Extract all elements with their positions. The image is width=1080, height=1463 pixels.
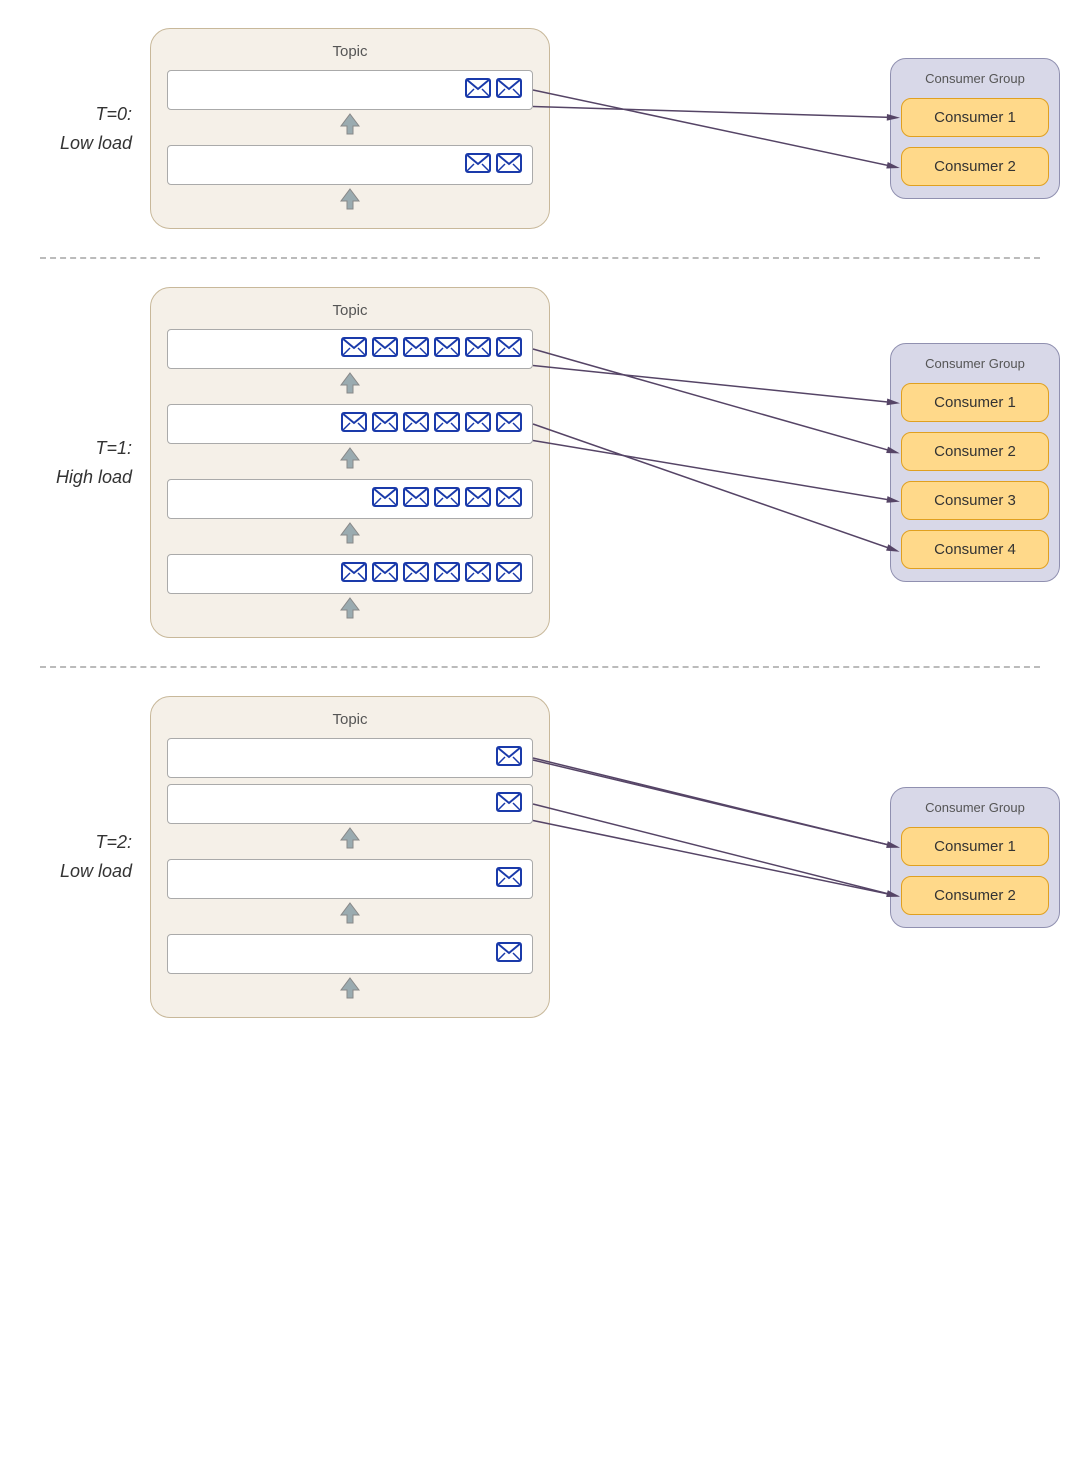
topic-label: Topic — [167, 43, 533, 60]
consumer-group-label: Consumer Group — [901, 71, 1049, 86]
arrow-up-icon — [339, 187, 361, 216]
section-label: T=0: Low load — [20, 100, 150, 158]
arrow-up-icon — [339, 112, 361, 141]
partition-row-0 — [167, 738, 533, 782]
topic-box: Topic — [150, 287, 550, 638]
consumer-group-label: Consumer Group — [901, 800, 1049, 815]
email-icon — [434, 487, 460, 512]
email-icon — [372, 487, 398, 512]
topic-label: Topic — [167, 302, 533, 319]
topic-box: Topic — [150, 28, 550, 229]
partition-3 — [167, 554, 533, 594]
topic-box: Topic — [150, 696, 550, 1018]
partition-row-1 — [167, 784, 533, 857]
email-icon — [496, 562, 522, 587]
email-icon — [496, 867, 522, 892]
consumer-box-1: Consumer 2 — [901, 147, 1049, 186]
email-icon — [465, 562, 491, 587]
consumer-box-0: Consumer 1 — [901, 383, 1049, 422]
arrow-up-icon — [339, 521, 361, 550]
arrow-up-icon — [339, 446, 361, 475]
email-icon — [434, 337, 460, 362]
partition-0 — [167, 329, 533, 369]
arrow-up-icon — [339, 596, 361, 625]
consumer-box-3: Consumer 4 — [901, 530, 1049, 569]
email-icon — [403, 412, 429, 437]
partition-row-0 — [167, 70, 533, 143]
email-icon — [496, 746, 522, 771]
partition-row-3 — [167, 934, 533, 1007]
email-icon — [434, 562, 460, 587]
label-line2: Low load — [60, 133, 132, 153]
consumer-group-label: Consumer Group — [901, 356, 1049, 371]
email-icon — [341, 412, 367, 437]
consumer-box-1: Consumer 2 — [901, 876, 1049, 915]
partition-1 — [167, 404, 533, 444]
partition-row-1 — [167, 404, 533, 477]
arrow-up-icon — [339, 901, 361, 930]
email-icon — [496, 153, 522, 178]
partition-1 — [167, 784, 533, 824]
consumer-group-box: Consumer Group Consumer 1 Consumer 2 — [890, 787, 1060, 928]
consumer-box-1: Consumer 2 — [901, 432, 1049, 471]
email-icon — [465, 153, 491, 178]
arrow-up-icon — [339, 826, 361, 855]
section-s3: T=2:Low loadTopic Consumer GroupConsumer… — [0, 668, 1080, 1046]
email-icon — [372, 337, 398, 362]
partition-3 — [167, 934, 533, 974]
partition-row-1 — [167, 145, 533, 218]
arrow-up-icon — [339, 976, 361, 1005]
label-line1: T=0: — [95, 104, 132, 124]
email-icon — [496, 412, 522, 437]
section-label: T=2: Low load — [20, 828, 150, 886]
email-icon — [465, 412, 491, 437]
partition-row-3 — [167, 554, 533, 627]
email-icon — [372, 412, 398, 437]
label-line1: T=1: — [95, 438, 132, 458]
section-label: T=1: High load — [20, 434, 150, 492]
email-icon — [372, 562, 398, 587]
email-icon — [496, 487, 522, 512]
email-icon — [465, 78, 491, 103]
partition-row-2 — [167, 859, 533, 932]
connector-gap — [550, 28, 890, 229]
consumer-box-0: Consumer 1 — [901, 827, 1049, 866]
email-icon — [465, 487, 491, 512]
consumer-box-0: Consumer 1 — [901, 98, 1049, 137]
email-icon — [434, 412, 460, 437]
section-s2: T=1: High load Topic — [0, 259, 1080, 666]
email-icon — [496, 792, 522, 817]
section-s1: T=0:Low loadTopic Consumer GroupConsumer… — [0, 0, 1080, 257]
partition-2 — [167, 479, 533, 519]
email-icon — [496, 337, 522, 362]
email-icon — [465, 337, 491, 362]
partition-row-0 — [167, 329, 533, 402]
email-icon — [496, 942, 522, 967]
email-icon — [403, 562, 429, 587]
email-icon — [496, 78, 522, 103]
consumer-group-box: Consumer Group Consumer 1 Consumer 2 Consum… — [890, 343, 1060, 582]
partition-0 — [167, 70, 533, 110]
connector-gap — [550, 287, 890, 638]
email-icon — [403, 337, 429, 362]
label-line1: T=2: — [95, 832, 132, 852]
email-icon — [341, 562, 367, 587]
arrow-up-icon — [339, 371, 361, 400]
partition-1 — [167, 145, 533, 185]
topic-label: Topic — [167, 711, 533, 728]
label-line2: High load — [56, 467, 132, 487]
partition-2 — [167, 859, 533, 899]
consumer-box-2: Consumer 3 — [901, 481, 1049, 520]
partition-0 — [167, 738, 533, 778]
email-icon — [403, 487, 429, 512]
connector-gap — [550, 696, 890, 1018]
partition-row-2 — [167, 479, 533, 552]
email-icon — [341, 337, 367, 362]
label-line2: Low load — [60, 861, 132, 881]
consumer-group-box: Consumer Group Consumer 1 Consumer 2 — [890, 58, 1060, 199]
